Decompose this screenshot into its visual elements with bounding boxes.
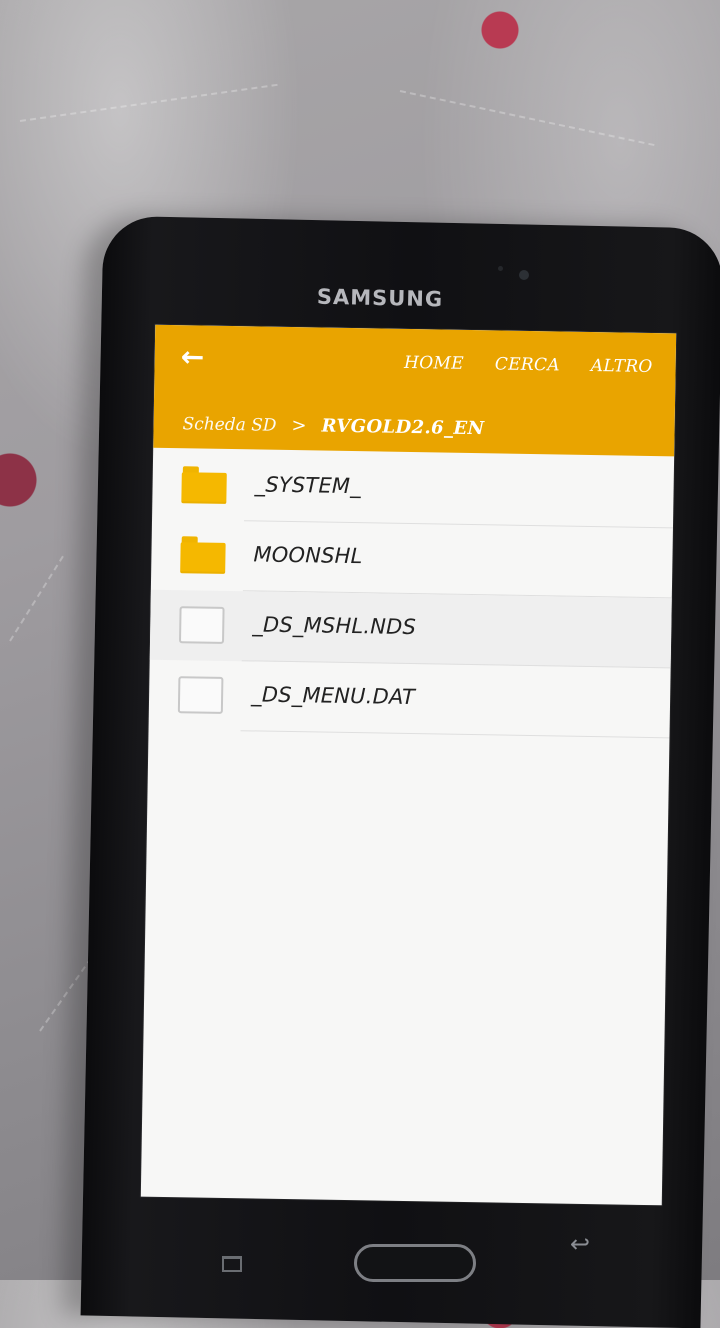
file-name: MOONSHL	[253, 542, 363, 569]
file-icon	[178, 606, 225, 644]
app-header: ← HOME CERCA ALTRO Scheda SD > RVGOLD2.6…	[153, 324, 677, 457]
row-divider	[240, 730, 670, 739]
fabric-stitch	[9, 555, 64, 642]
file-list: _SYSTEM_ MOONSHL _DS_MSHL.NDS _DS_MENU.D…	[149, 450, 675, 739]
recent-apps-icon[interactable]	[222, 1256, 242, 1272]
file-name: _SYSTEM_	[254, 472, 362, 499]
breadcrumb-current: RVGOLD2.6_EN	[321, 415, 485, 440]
back-hardware-icon[interactable]: ↩	[570, 1232, 598, 1256]
home-action[interactable]: HOME	[404, 353, 464, 374]
folder-icon	[181, 466, 227, 504]
bottom-hardware-bar: ↩	[132, 1210, 692, 1282]
more-action[interactable]: ALTRO	[591, 356, 653, 377]
proximity-sensor	[498, 266, 503, 271]
fabric-stitch	[19, 83, 278, 122]
breadcrumb-separator: >	[291, 414, 307, 436]
breadcrumb-root[interactable]: Scheda SD	[182, 414, 276, 436]
folder-icon	[180, 536, 226, 574]
list-item[interactable]: _DS_MSHL.NDS	[149, 589, 672, 669]
brand-logo: SAMSUNG	[316, 284, 444, 312]
back-arrow-icon[interactable]: ←	[180, 340, 204, 373]
file-icon	[177, 676, 224, 714]
search-action[interactable]: CERCA	[495, 354, 560, 375]
fabric-stitch	[399, 90, 655, 147]
front-camera	[519, 270, 529, 280]
list-item[interactable]: _DS_MENU.DAT	[149, 660, 671, 739]
top-actions: HOME CERCA ALTRO	[404, 353, 653, 377]
list-item[interactable]: _SYSTEM_	[152, 450, 674, 529]
breadcrumb: Scheda SD > RVGOLD2.6_EN	[182, 413, 485, 440]
file-name: _DS_MSHL.NDS	[252, 612, 417, 640]
home-button[interactable]	[354, 1244, 476, 1282]
list-item[interactable]: MOONSHL	[151, 520, 673, 599]
file-name: _DS_MENU.DAT	[250, 682, 416, 710]
file-manager-screen: ← HOME CERCA ALTRO Scheda SD > RVGOLD2.6…	[140, 324, 677, 1206]
